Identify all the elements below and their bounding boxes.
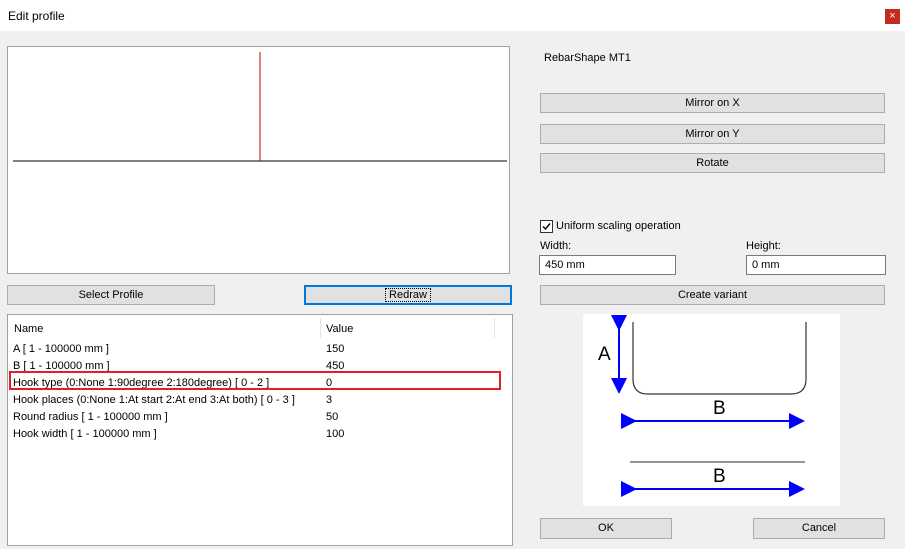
column-header-value: Value (326, 323, 354, 335)
profile-preview-drawing (13, 52, 507, 162)
uniform-scaling-checkbox[interactable] (540, 220, 553, 233)
row-value[interactable]: 3 (326, 394, 332, 406)
row-name: B [ 1 - 100000 mm ] (13, 360, 110, 372)
uniform-scaling-label: Uniform scaling operation (556, 220, 681, 232)
grid-header: Name Value (8, 315, 512, 339)
width-label: Width: (540, 240, 572, 252)
select-profile-button[interactable]: Select Profile (7, 285, 215, 305)
create-variant-button[interactable]: Create variant (540, 285, 885, 305)
table-row[interactable]: Hook type (0:None 1:90degree 2:180degree… (8, 375, 512, 392)
window-title: Edit profile (8, 9, 65, 23)
row-value[interactable]: 150 (326, 343, 344, 355)
table-row[interactable]: B [ 1 - 100000 mm ] 450 (8, 358, 512, 375)
row-value[interactable]: 50 (326, 411, 338, 423)
height-label: Height: (746, 240, 781, 252)
check-icon (542, 223, 551, 231)
height-field[interactable]: 0 mm (746, 255, 886, 275)
title-bar: Edit profile × (0, 0, 905, 31)
shape-diagram-drawing: A B B (598, 315, 807, 497)
table-row[interactable]: Hook width [ 1 - 100000 mm ] 100 (8, 426, 512, 443)
row-name: Hook width [ 1 - 100000 mm ] (13, 428, 157, 440)
row-name: Round radius [ 1 - 100000 mm ] (13, 411, 168, 423)
row-value[interactable]: 450 (326, 360, 344, 372)
u-shape-profile (632, 322, 807, 395)
ok-button[interactable]: OK (540, 518, 672, 539)
shape-name-label: RebarShape MT1 (544, 52, 631, 64)
mirror-y-button[interactable]: Mirror on Y (540, 124, 885, 144)
column-header-name: Name (14, 323, 44, 335)
table-row[interactable]: A [ 1 - 100000 mm ] 150 (8, 341, 512, 358)
width-field[interactable]: 450 mm (539, 255, 676, 275)
row-name: Hook places (0:None 1:At start 2:At end … (13, 394, 295, 406)
dimension-diagram: A B B (583, 314, 840, 506)
label-b-bottom: B (713, 466, 726, 487)
label-a: A (598, 344, 611, 365)
row-name: A [ 1 - 100000 mm ] (13, 343, 109, 355)
mirror-x-button[interactable]: Mirror on X (540, 93, 885, 113)
table-row[interactable]: Hook places (0:None 1:At start 2:At end … (8, 392, 512, 409)
profile-preview-canvas (7, 46, 510, 274)
row-value[interactable]: 100 (326, 428, 344, 440)
row-value[interactable]: 0 (326, 377, 332, 389)
label-b-top: B (713, 398, 726, 419)
redraw-button[interactable]: Redraw (304, 285, 512, 305)
row-name: Hook type (0:None 1:90degree 2:180degree… (13, 377, 270, 389)
cancel-button[interactable]: Cancel (753, 518, 885, 539)
table-row[interactable]: Round radius [ 1 - 100000 mm ] 50 (8, 409, 512, 426)
property-grid[interactable]: Name Value A [ 1 - 100000 mm ] 150 B [ 1… (7, 314, 513, 546)
redraw-label: Redraw (385, 288, 431, 302)
rotate-button[interactable]: Rotate (540, 153, 885, 173)
close-icon[interactable]: × (885, 9, 900, 24)
